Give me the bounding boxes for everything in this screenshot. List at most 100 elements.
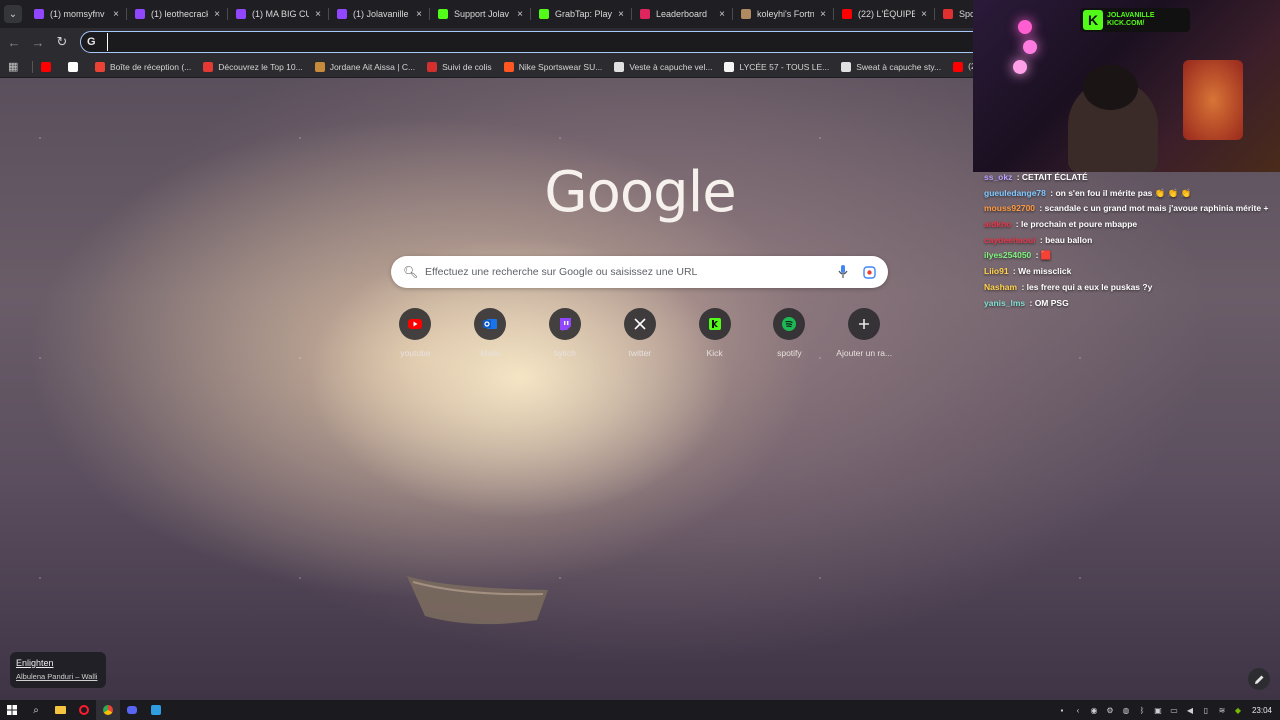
discord-icon[interactable] xyxy=(120,700,144,720)
apps-grid-icon[interactable]: ▦ xyxy=(8,60,22,73)
search-placeholder: Effectuez une recherche sur Google ou sa… xyxy=(425,266,698,278)
shortcut-tile[interactable]: Mails xyxy=(453,308,528,358)
tray-bluetooth-icon[interactable]: ᛒ xyxy=(1134,700,1150,720)
chat-username[interactable]: ss_okz xyxy=(984,172,1012,182)
shortcut-tile[interactable]: spotify xyxy=(752,308,827,358)
bookmark-favicon-icon xyxy=(314,61,325,72)
bookmark-label: Découvrez le Top 10... xyxy=(218,61,303,72)
tab-favicon-icon xyxy=(943,9,953,19)
tray-steam-icon[interactable]: ◉ xyxy=(1086,700,1102,720)
search-icon: 🔍︎ xyxy=(403,265,419,279)
browser-tab[interactable]: Support Jolav × xyxy=(430,0,531,28)
taskbar-search-icon[interactable]: ⌕ xyxy=(24,700,48,720)
tab-close-icon[interactable]: × xyxy=(616,9,626,20)
kick-icon xyxy=(698,308,731,340)
chat-username[interactable]: gueuledange78 xyxy=(984,188,1046,198)
boat-illustration xyxy=(407,576,548,625)
tray-nvidia-icon[interactable]: ◆ xyxy=(1230,700,1246,720)
tray-chevron-icon[interactable]: ‹ xyxy=(1070,700,1086,720)
bookmark-item[interactable]: LYCÉE 57 - TOUS LE... xyxy=(724,61,829,72)
plus-icon xyxy=(848,308,881,340)
tray-wifi-icon[interactable]: ≋ xyxy=(1214,700,1230,720)
shortcut-tile[interactable]: Kick xyxy=(677,308,752,358)
tab-favicon-icon xyxy=(337,9,347,19)
tray-battery-icon[interactable]: ▯ xyxy=(1198,700,1214,720)
chat-text: OM PSG xyxy=(1034,297,1069,308)
shortcut-tile[interactable]: youtube xyxy=(378,308,453,358)
tab-close-icon[interactable]: × xyxy=(919,9,929,20)
chat-separator: : xyxy=(1010,266,1019,277)
tray-network-icon[interactable]: ▣ xyxy=(1150,700,1166,720)
background-credit[interactable]: Enlighten Albulena Panduri – Walli xyxy=(10,652,106,688)
address-bar[interactable]: G xyxy=(80,31,1000,53)
outlook-icon xyxy=(474,308,507,340)
opera-gx-icon[interactable] xyxy=(72,700,96,720)
address-input[interactable] xyxy=(107,33,967,51)
forward-button[interactable]: → xyxy=(26,30,50,54)
chat-message: aidkho : le prochain et poure mbappe xyxy=(984,217,1274,233)
tab-favicon-icon xyxy=(640,9,650,19)
chat-message: caydeehaoui : beau ballon xyxy=(984,233,1274,249)
browser-tab[interactable]: (1) momsyfnv × xyxy=(26,0,127,28)
windows-start-icon[interactable] xyxy=(0,700,24,720)
chat-username[interactable]: yanis_lms xyxy=(984,298,1025,308)
chat-username[interactable]: caydeehaoui xyxy=(984,235,1036,245)
tray-gear-icon[interactable]: ⚙ xyxy=(1102,700,1118,720)
back-button[interactable]: ← xyxy=(2,30,26,54)
tab-close-icon[interactable]: × xyxy=(717,9,727,20)
reload-button[interactable]: ↻ xyxy=(50,30,74,54)
bookmark-item[interactable]: Sweat à capuche sty... xyxy=(841,61,941,72)
bookmark-item[interactable]: Découvrez le Top 10... xyxy=(203,61,303,72)
credit-author[interactable]: Albulena Panduri – Walli xyxy=(16,672,100,681)
bookmark-item[interactable] xyxy=(68,61,83,72)
bookmark-item[interactable]: Suivi de colis xyxy=(427,61,492,72)
bookmark-favicon-icon xyxy=(203,61,214,72)
tab-close-icon[interactable]: × xyxy=(313,9,323,20)
tab-close-icon[interactable]: × xyxy=(414,9,424,20)
bookmark-item[interactable]: Veste à capuche vel... xyxy=(614,61,712,72)
tab-close-icon[interactable]: × xyxy=(515,9,525,20)
chat-username[interactable]: ilyes254050 xyxy=(984,250,1031,260)
tab-search-button[interactable]: ⌄ xyxy=(4,5,22,23)
browser-tab[interactable]: koleyhi's Fortn × xyxy=(733,0,834,28)
browser-tab[interactable]: (1) leothecrack × xyxy=(127,0,228,28)
add-shortcut-button[interactable]: Ajouter un ra... xyxy=(827,308,902,358)
browser-tab[interactable]: (1) Jolavanille × xyxy=(329,0,430,28)
tab-close-icon[interactable]: × xyxy=(111,9,121,20)
tab-close-icon[interactable]: × xyxy=(212,9,222,20)
chat-username[interactable]: aidkho xyxy=(984,219,1011,229)
tab-label: Support Jolav xyxy=(454,9,510,19)
credit-title[interactable]: Enlighten xyxy=(16,658,100,668)
chat-username[interactable]: mouss92700 xyxy=(984,203,1035,213)
taskbar-clock[interactable]: 23:04 xyxy=(1252,706,1272,715)
system-tray: ▪ ‹ ◉ ⚙ ◍ ᛒ ▣ ▭ ◀ ▯ ≋ ◆ 23:04 xyxy=(1054,700,1272,720)
shortcut-tile[interactable]: twitch xyxy=(528,308,603,358)
shortcut-label: Mails xyxy=(480,348,501,358)
browser-tab[interactable]: (22) L'ÉQUIPE × xyxy=(834,0,935,28)
shortcut-tile[interactable]: twitter xyxy=(602,308,677,358)
tray-volume-icon[interactable]: ◀ xyxy=(1182,700,1198,720)
browser-tab[interactable]: GrabTap: Play × xyxy=(531,0,632,28)
bookmark-item[interactable] xyxy=(41,61,56,72)
bookmark-item[interactable]: Boîte de réception (... xyxy=(95,61,192,72)
tab-close-icon[interactable]: × xyxy=(818,9,828,20)
bookmark-item[interactable]: Nike Sportswear SU... xyxy=(503,61,603,72)
microphone-icon[interactable] xyxy=(836,265,850,279)
file-explorer-icon[interactable] xyxy=(48,700,72,720)
customize-pencil-button[interactable] xyxy=(1248,668,1270,690)
bookmark-label: Boîte de réception (... xyxy=(110,61,192,72)
tray-app2-icon[interactable]: ◍ xyxy=(1118,700,1134,720)
bookmark-item[interactable]: Jordane Ait Aissa | C... xyxy=(314,61,415,72)
chat-username[interactable]: Liio91 xyxy=(984,266,1009,276)
chat-username[interactable]: Nasham xyxy=(984,282,1017,292)
browser-tab[interactable]: Leaderboard × xyxy=(632,0,733,28)
app-icon[interactable] xyxy=(144,700,168,720)
tray-app-icon[interactable]: ▪ xyxy=(1054,700,1070,720)
browser-tab[interactable]: (1) MA BIG CU × xyxy=(228,0,329,28)
chrome-icon[interactable] xyxy=(96,700,120,720)
tray-monitor-icon[interactable]: ▭ xyxy=(1166,700,1182,720)
ntp-search-box[interactable]: 🔍︎ Effectuez une recherche sur Google ou… xyxy=(391,256,888,288)
bookmark-favicon-icon xyxy=(953,61,964,72)
google-lens-icon[interactable] xyxy=(862,265,876,279)
bookmark-label: Nike Sportswear SU... xyxy=(518,61,603,72)
